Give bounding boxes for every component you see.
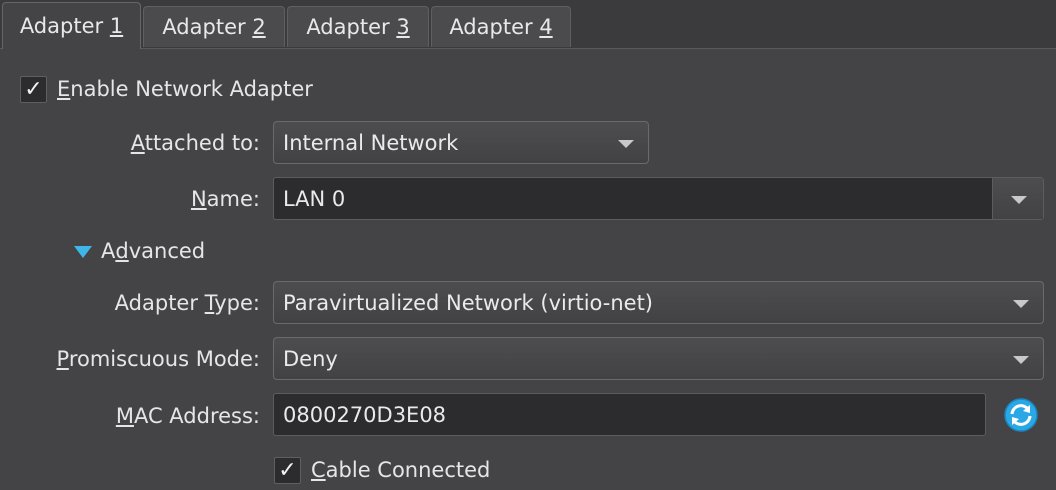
- tab-label-prefix: Adapter: [306, 15, 397, 39]
- mac-address-input[interactable]: 0800270D3E08: [273, 393, 986, 436]
- promiscuous-mode-select[interactable]: Deny: [273, 337, 1044, 380]
- label-text: AC Address:: [133, 404, 260, 428]
- refresh-mac-button[interactable]: [1003, 397, 1039, 433]
- mac-address-value: 0800270D3E08: [283, 402, 447, 427]
- promiscuous-mode-label: Promiscuous Mode:: [20, 346, 260, 373]
- enable-adapter-label[interactable]: Enable Network Adapter: [57, 76, 313, 103]
- network-name-value: LAN 0: [283, 186, 346, 211]
- enable-adapter-checkbox[interactable]: ✓: [20, 76, 47, 103]
- tab-label-mnemonic: 3: [396, 15, 410, 39]
- label-text: ype:: [214, 291, 260, 315]
- adapter-type-label: Adapter Type:: [20, 290, 260, 317]
- checkmark-icon: ✓: [24, 77, 43, 102]
- checkmark-icon: ✓: [278, 458, 297, 483]
- expand-triangle-icon: [74, 245, 92, 258]
- adapter-type-value: Paravirtualized Network (virtio-net): [283, 290, 654, 315]
- cable-connected-label[interactable]: Cable Connected: [311, 457, 490, 484]
- attached-to-select[interactable]: Internal Network: [273, 121, 649, 164]
- tab-adapter-2[interactable]: Adapter 2: [143, 6, 285, 47]
- network-name-combo[interactable]: LAN 0: [273, 177, 1044, 220]
- tab-label-prefix: Adapter: [449, 15, 540, 39]
- promiscuous-mode-value: Deny: [283, 346, 338, 371]
- adapter-tab-bar: Adapter 1 Adapter 2 Adapter 3 Adapter 4: [0, 0, 1056, 49]
- refresh-icon: [1004, 398, 1038, 432]
- tab-adapter-3[interactable]: Adapter 3: [287, 6, 429, 47]
- chevron-down-icon: [1013, 355, 1029, 364]
- mac-address-label: MAC Address:: [20, 403, 260, 430]
- tab-label-mnemonic: 4: [539, 15, 553, 39]
- tab-label-mnemonic: 2: [252, 15, 266, 39]
- name-dropdown-button[interactable]: [992, 178, 1043, 219]
- label-mnemonic: P: [56, 347, 69, 371]
- cable-connected-checkbox[interactable]: ✓: [274, 457, 301, 484]
- adapter-type-select[interactable]: Paravirtualized Network (virtio-net): [273, 281, 1044, 324]
- label-text: nable Network Adapter: [70, 77, 313, 101]
- advanced-expander[interactable]: Ad vanced: [74, 238, 205, 265]
- label-text: romiscuous Mode:: [68, 347, 260, 371]
- chevron-down-icon: [618, 139, 634, 148]
- tab-label-mnemonic: 1: [109, 14, 124, 38]
- expander-label-rest: vanced: [128, 239, 206, 263]
- label-mnemonic: M: [115, 404, 134, 428]
- tab-label-prefix: Adapter: [162, 15, 253, 39]
- label-mnemonic: E: [57, 77, 71, 101]
- tab-adapter-1[interactable]: Adapter 1: [2, 2, 141, 49]
- attached-to-value: Internal Network: [283, 130, 459, 155]
- label-text: ttached to:: [144, 131, 260, 155]
- label-pre: Adapter: [114, 291, 205, 315]
- label-mnemonic: T: [204, 291, 215, 315]
- expander-label-pre: A: [101, 239, 116, 263]
- label-mnemonic: A: [130, 131, 145, 155]
- chevron-down-icon: [1013, 299, 1029, 308]
- label-text: ame:: [206, 187, 260, 211]
- tab-label-prefix: Adapter: [19, 14, 110, 38]
- attached-to-label: Attached to:: [60, 130, 260, 157]
- expander-label-mnemonic: d: [115, 239, 129, 263]
- name-label: Name:: [60, 186, 260, 213]
- chevron-down-icon: [1011, 195, 1027, 204]
- label-mnemonic: C: [311, 458, 326, 482]
- tab-adapter-4[interactable]: Adapter 4: [431, 6, 571, 47]
- label-mnemonic: N: [190, 187, 207, 211]
- label-text: able Connected: [325, 458, 491, 482]
